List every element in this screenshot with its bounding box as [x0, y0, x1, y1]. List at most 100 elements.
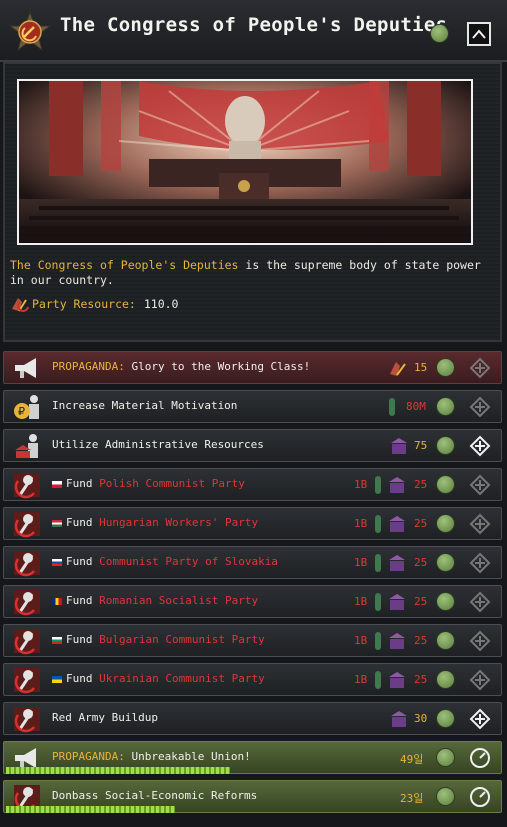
diamond-plus-icon[interactable]	[469, 396, 491, 418]
megaphone-icon	[15, 358, 36, 378]
diamond-plus-icon[interactable]	[469, 591, 491, 613]
decision-name: PROPAGANDA: Unbreakable Union!	[52, 750, 251, 763]
diamond-plus-icon[interactable]	[469, 474, 491, 496]
fist-hammer-sickle-icon	[14, 629, 40, 655]
decision-row[interactable]: Fund Ukrainian Communist Party 1B 25	[3, 663, 502, 696]
status-indicator-icon	[431, 25, 448, 42]
timer-icon[interactable]	[469, 786, 491, 808]
decision-cost-admin: 25	[414, 556, 428, 569]
admin-worker-icon	[15, 434, 38, 458]
diamond-plus-icon[interactable]	[469, 435, 491, 457]
timer-icon[interactable]	[469, 747, 491, 769]
decision-row[interactable]: Utilize Administrative Resources 75	[3, 429, 502, 462]
administration-icon	[389, 633, 405, 649]
progress-bar	[6, 767, 230, 774]
status-indicator-icon	[437, 749, 454, 766]
active-decision-row[interactable]: Donbass Social-Economic Reforms 23일	[3, 780, 502, 813]
party-resource-label: Party Resource:	[32, 297, 136, 311]
administration-icon	[389, 516, 405, 532]
decision-row[interactable]: Fund Polish Communist Party 1B 25	[3, 468, 502, 501]
hammer-sickle-star-icon	[8, 10, 52, 52]
decision-cost-money: 1B	[354, 673, 368, 686]
money-icon	[375, 515, 381, 533]
money-icon	[375, 554, 381, 572]
decision-name: Increase Material Motivation	[52, 399, 238, 412]
decision-cost-admin: 25	[414, 478, 428, 491]
administration-icon	[389, 477, 405, 493]
decision-cost: 80M	[406, 400, 426, 413]
active-decision-row[interactable]: PROPAGANDA: Unbreakable Union! 49일	[3, 741, 502, 774]
status-indicator-icon	[437, 671, 454, 688]
chevron-up-icon	[472, 29, 486, 39]
fist-hammer-sickle-icon	[14, 551, 40, 577]
decision-name: Utilize Administrative Resources	[52, 438, 264, 451]
status-indicator-icon	[437, 359, 454, 376]
decision-row[interactable]: Fund Romanian Socialist Party 1B 25	[3, 585, 502, 618]
window-header: The Congress of People's Deputies	[0, 0, 507, 62]
decision-name: Fund Ukrainian Communist Party	[52, 672, 265, 685]
decision-name: Donbass Social-Economic Reforms	[52, 789, 258, 802]
slovakia-flag-icon	[52, 558, 62, 566]
status-indicator-icon	[437, 437, 454, 454]
party-resource-icon	[390, 362, 406, 376]
administration-icon	[389, 672, 405, 688]
hungary-flag-icon	[52, 519, 62, 527]
diamond-plus-icon[interactable]	[469, 552, 491, 574]
decision-name: PROPAGANDA: Glory to the Working Class!	[52, 360, 311, 373]
administration-icon	[391, 711, 407, 727]
fist-hammer-sickle-icon	[14, 668, 40, 694]
decision-cost: 30	[414, 712, 428, 725]
decision-cost-admin: 25	[414, 595, 428, 608]
decision-row[interactable]: Fund Bulgarian Communist Party 1B 25	[3, 624, 502, 657]
decision-row[interactable]: Fund Hungarian Workers' Party 1B 25	[3, 507, 502, 540]
money-icon	[375, 632, 381, 650]
romania-flag-icon	[52, 597, 62, 605]
intro-highlight: The Congress of People's Deputies	[10, 258, 239, 272]
status-indicator-icon	[437, 515, 454, 532]
decision-cost: 15	[414, 361, 428, 374]
fist-hammer-sickle-icon	[14, 707, 40, 733]
days-remaining: 49일	[400, 753, 424, 766]
decision-name: Fund Hungarian Workers' Party	[52, 516, 258, 529]
decision-cost-money: 1B	[354, 634, 368, 647]
diamond-plus-icon[interactable]	[469, 513, 491, 535]
collapse-button[interactable]	[467, 22, 491, 46]
bulgaria-flag-icon	[52, 636, 62, 644]
fist-hammer-sickle-icon	[14, 590, 40, 616]
decision-cost-admin: 25	[414, 517, 428, 530]
diamond-plus-icon[interactable]	[469, 357, 491, 379]
svg-text:₽: ₽	[18, 405, 25, 418]
status-indicator-icon	[437, 593, 454, 610]
decision-cost: 75	[414, 439, 428, 452]
ukraine-flag-icon	[52, 675, 62, 683]
decision-row[interactable]: ₽ Increase Material Motivation 80M	[3, 390, 502, 423]
fist-hammer-sickle-icon	[14, 473, 40, 499]
status-indicator-icon	[437, 554, 454, 571]
party-resource: Party Resource: 110.0	[10, 295, 178, 313]
status-indicator-icon	[437, 632, 454, 649]
congress-hall-image	[17, 79, 473, 245]
decision-name: Fund Communist Party of Slovakia	[52, 555, 278, 568]
administration-icon	[389, 555, 405, 571]
decision-cost-admin: 25	[414, 634, 428, 647]
diamond-plus-icon[interactable]	[469, 669, 491, 691]
status-indicator-icon	[437, 398, 454, 415]
diamond-plus-icon[interactable]	[469, 630, 491, 652]
decision-name: Fund Polish Communist Party	[52, 477, 245, 490]
decision-cost-money: 1B	[354, 517, 368, 530]
fist-hammer-sickle-icon	[14, 512, 40, 538]
intro-description: The Congress of People's Deputies is the…	[10, 258, 490, 288]
decision-name: Fund Bulgarian Communist Party	[52, 633, 265, 646]
money-icon	[375, 593, 381, 611]
decision-row[interactable]: PROPAGANDA: Glory to the Working Class! …	[3, 351, 502, 384]
status-indicator-icon	[437, 788, 454, 805]
decision-row[interactable]: Red Army Buildup 30	[3, 702, 502, 735]
administration-icon	[389, 594, 405, 610]
diamond-plus-icon[interactable]	[469, 708, 491, 730]
decision-name: Fund Romanian Socialist Party	[52, 594, 258, 607]
money-icon	[389, 398, 395, 416]
poland-flag-icon	[52, 480, 62, 488]
decision-cost-admin: 25	[414, 673, 428, 686]
administration-icon	[391, 438, 407, 454]
decision-row[interactable]: Fund Communist Party of Slovakia 1B 25	[3, 546, 502, 579]
